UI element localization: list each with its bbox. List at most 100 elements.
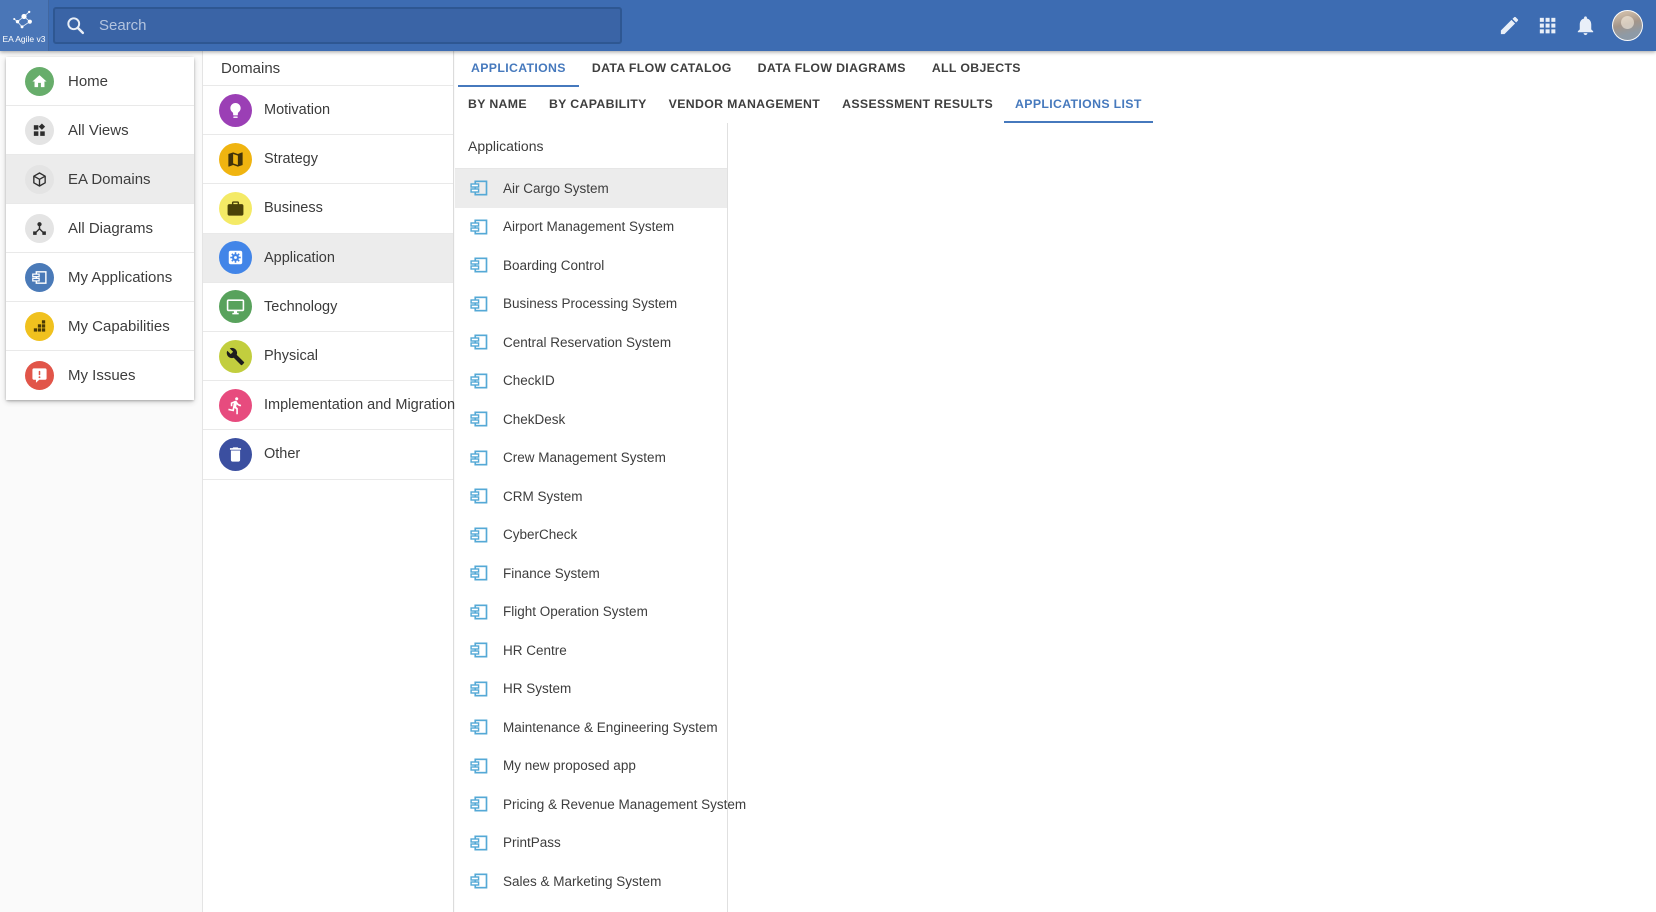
molecule-icon — [10, 8, 38, 34]
domains-list: Motivation Strategy Business Application… — [203, 86, 453, 480]
domain-item-other[interactable]: Other — [203, 430, 453, 479]
application-item-crm-system[interactable]: CRM System — [455, 477, 727, 516]
subtab-label: VENDOR MANAGEMENT — [669, 97, 820, 111]
sidebar-item-label: All Diagrams — [68, 220, 153, 237]
domain-item-implementation-and-migration[interactable]: Implementation and Migration — [203, 381, 453, 430]
uml-component-icon — [468, 602, 490, 622]
application-item-label: CyberCheck — [503, 527, 577, 542]
sidebar-item-label: My Applications — [68, 269, 172, 286]
subtab-label: APPLICATIONS LIST — [1015, 97, 1142, 111]
domain-item-label: Technology — [264, 299, 337, 315]
subtab-applications-list[interactable]: APPLICATIONS LIST — [1004, 87, 1153, 123]
application-item-finance-system[interactable]: Finance System — [455, 554, 727, 593]
application-item-cybercheck[interactable]: CyberCheck — [455, 516, 727, 555]
uml-component-icon — [468, 409, 490, 429]
sidebar-item-label: My Capabilities — [68, 318, 170, 335]
uml-component-icon — [468, 371, 490, 391]
domains-panel-title: Domains — [203, 51, 453, 86]
application-item-airport-management-system[interactable]: Airport Management System — [455, 208, 727, 247]
application-item-maintenance-engineering-system[interactable]: Maintenance & Engineering System — [455, 708, 727, 747]
app-logo[interactable]: EA Agile v3 — [0, 0, 49, 51]
subtab-by-name[interactable]: BY NAME — [457, 87, 538, 123]
application-item-label: Maintenance & Engineering System — [503, 720, 718, 735]
application-item-label: Pricing & Revenue Management System — [503, 797, 746, 812]
views-icon — [25, 116, 54, 145]
domain-item-business[interactable]: Business — [203, 184, 453, 233]
uml-component-icon — [468, 486, 490, 506]
user-avatar[interactable] — [1612, 10, 1643, 41]
subtab-assessment-results[interactable]: ASSESSMENT RESULTS — [831, 87, 1004, 123]
sidebar-item-all-views[interactable]: All Views — [6, 106, 194, 155]
sidebar-item-my-applications[interactable]: My Applications — [6, 253, 194, 302]
tab-label: DATA FLOW CATALOG — [592, 61, 732, 75]
application-item-label: CheckID — [503, 373, 555, 388]
search-icon — [65, 15, 86, 36]
issue-bubble-icon — [25, 361, 54, 390]
application-item-central-reservation-system[interactable]: Central Reservation System — [455, 323, 727, 362]
edit-icon[interactable] — [1498, 14, 1521, 37]
cube-icon — [25, 165, 54, 194]
sidebar-item-all-diagrams[interactable]: All Diagrams — [6, 204, 194, 253]
sidebar-item-label: Home — [68, 73, 108, 90]
application-item-sales-marketing-system[interactable]: Sales & Marketing System — [455, 862, 727, 901]
subtab-by-capability[interactable]: BY CAPABILITY — [538, 87, 658, 123]
domain-item-label: Strategy — [264, 151, 318, 167]
main-navigation: Home All Views EA Domains All Diagrams M… — [6, 57, 194, 400]
subtab-label: ASSESSMENT RESULTS — [842, 97, 993, 111]
domain-item-application[interactable]: Application — [203, 234, 453, 283]
uml-component-icon — [468, 217, 490, 237]
subtab-vendor-management[interactable]: VENDOR MANAGEMENT — [658, 87, 831, 123]
application-item-label: HR Centre — [503, 643, 567, 658]
application-item-label: ChekDesk — [503, 412, 565, 427]
application-item-business-processing-system[interactable]: Business Processing System — [455, 285, 727, 324]
tab-label: ALL OBJECTS — [932, 61, 1021, 75]
main-tabs: APPLICATIONS DATA FLOW CATALOG DATA FLOW… — [455, 51, 1656, 87]
application-item-printpass[interactable]: PrintPass — [455, 824, 727, 863]
app-gear-icon — [219, 241, 252, 274]
sidebar-item-home[interactable]: Home — [6, 57, 194, 106]
uml-component-icon — [468, 525, 490, 545]
domain-item-technology[interactable]: Technology — [203, 283, 453, 332]
domains-panel: Domains Motivation Strategy Business App… — [202, 51, 454, 912]
tab-label: DATA FLOW DIAGRAMS — [758, 61, 906, 75]
application-item-label: HR System — [503, 681, 571, 696]
top-app-bar: EA Agile v3 — [0, 0, 1656, 51]
app-logo-label: EA Agile v3 — [2, 34, 45, 44]
application-item-crew-management-system[interactable]: Crew Management System — [455, 439, 727, 478]
application-item-hr-centre[interactable]: HR Centre — [455, 631, 727, 670]
wrench-icon — [219, 340, 252, 373]
application-item-boarding-control[interactable]: Boarding Control — [455, 246, 727, 285]
sidebar-item-ea-domains[interactable]: EA Domains — [6, 155, 194, 204]
apps-grid-icon[interactable] — [1536, 14, 1559, 37]
topbar-actions — [1498, 10, 1656, 41]
application-item-air-cargo-system[interactable]: Air Cargo System — [455, 169, 727, 208]
uml-component-icon — [468, 563, 490, 583]
uml-component-icon — [468, 679, 490, 699]
domain-item-physical[interactable]: Physical — [203, 332, 453, 381]
application-item-checkid[interactable]: CheckID — [455, 362, 727, 401]
uml-component-icon — [468, 294, 490, 314]
sidebar-item-label: All Views — [68, 122, 129, 139]
domain-item-strategy[interactable]: Strategy — [203, 135, 453, 184]
tab-data-flow-catalog[interactable]: DATA FLOW CATALOG — [579, 51, 745, 87]
bell-icon[interactable] — [1574, 14, 1597, 37]
main-content: APPLICATIONS DATA FLOW CATALOG DATA FLOW… — [455, 51, 1656, 912]
application-item-label: Finance System — [503, 566, 600, 581]
lightbulb-icon — [219, 94, 252, 127]
applications-list-title: Applications — [455, 123, 727, 169]
domain-item-motivation[interactable]: Motivation — [203, 86, 453, 135]
application-item-my-new-proposed-app[interactable]: My new proposed app — [455, 747, 727, 786]
tab-data-flow-diagrams[interactable]: DATA FLOW DIAGRAMS — [745, 51, 919, 87]
uml-component-icon — [468, 332, 490, 352]
sidebar-item-my-issues[interactable]: My Issues — [6, 351, 194, 400]
monitor-icon — [219, 290, 252, 323]
application-item-chekdesk[interactable]: ChekDesk — [455, 400, 727, 439]
application-item-pricing-revenue-management-system[interactable]: Pricing & Revenue Management System — [455, 785, 727, 824]
application-item-hr-system[interactable]: HR System — [455, 670, 727, 709]
application-item-flight-operation-system[interactable]: Flight Operation System — [455, 593, 727, 632]
tab-applications[interactable]: APPLICATIONS — [458, 51, 579, 87]
tab-all-objects[interactable]: ALL OBJECTS — [919, 51, 1034, 87]
tab-label: APPLICATIONS — [471, 61, 566, 75]
sidebar-item-my-capabilities[interactable]: My Capabilities — [6, 302, 194, 351]
search-input[interactable] — [99, 17, 610, 34]
